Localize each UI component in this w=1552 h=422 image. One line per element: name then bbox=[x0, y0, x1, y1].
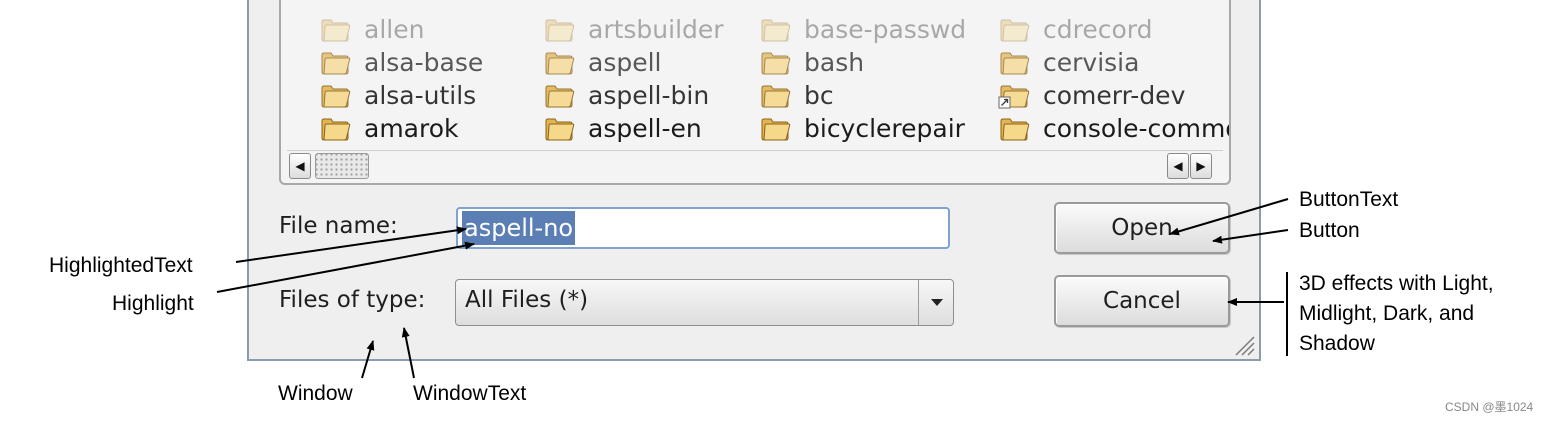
arrow-button bbox=[1212, 229, 1289, 244]
arrow-button-text bbox=[1169, 198, 1289, 236]
arrow-window bbox=[361, 340, 375, 379]
arrow-highlight bbox=[216, 241, 475, 293]
arrow-highlighted-text bbox=[235, 226, 467, 263]
arrow-window-text bbox=[401, 327, 415, 379]
annotation-arrows bbox=[216, 198, 1289, 379]
